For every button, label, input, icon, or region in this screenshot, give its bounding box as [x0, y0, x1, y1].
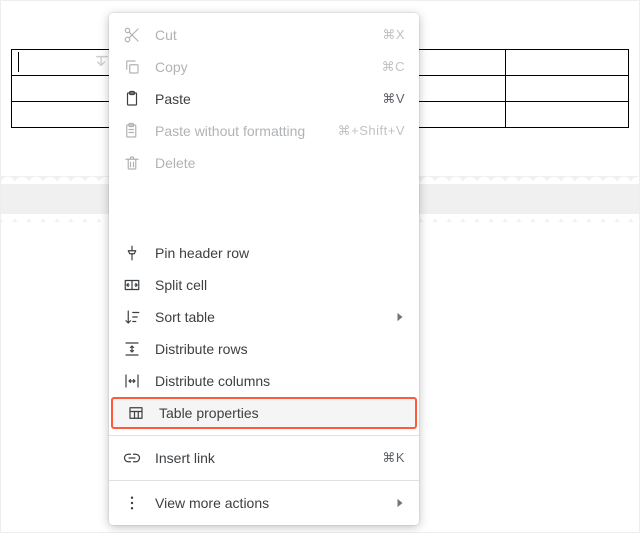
menu-item-shortcut: ⌘+Shift+V [338, 123, 405, 139]
more-vertical-icon [123, 494, 141, 512]
split-cell-icon [123, 276, 141, 294]
pin-icon [123, 244, 141, 262]
menu-item-split-cell[interactable]: Split cell [109, 269, 419, 301]
menu-item-label: Table properties [159, 405, 401, 421]
menu-item-label: Distribute columns [155, 373, 405, 389]
menu-item-view-more-actions[interactable]: View more actions [109, 487, 419, 519]
menu-item-distribute-columns[interactable]: Distribute columns [109, 365, 419, 397]
menu-item-label: Paste [155, 91, 372, 107]
menu-item-label: Copy [155, 59, 372, 75]
clipboard-icon [123, 90, 141, 108]
submenu-arrow-icon [395, 495, 405, 511]
clipboard-text-icon [123, 122, 141, 140]
link-icon [123, 449, 141, 467]
distribute-rows-icon [123, 340, 141, 358]
menu-separator [109, 480, 419, 481]
menu-item-label: Distribute rows [155, 341, 405, 357]
tabstop-indicator [95, 54, 109, 68]
menu-item-paste-without-formatting[interactable]: Paste without formatting ⌘+Shift+V [109, 115, 419, 147]
menu-item-cut[interactable]: Cut ⌘X [109, 19, 419, 51]
scissors-icon [123, 26, 141, 44]
menu-item-paste[interactable]: Paste ⌘V [109, 83, 419, 115]
menu-item-label: Pin header row [155, 245, 405, 261]
trash-icon [123, 154, 141, 172]
copy-icon [123, 58, 141, 76]
menu-item-sort-table[interactable]: Sort table [109, 301, 419, 333]
menu-item-label: Cut [155, 27, 372, 43]
menu-item-insert-link[interactable]: Insert link ⌘K [109, 442, 419, 474]
menu-item-shortcut: ⌘X [382, 27, 405, 43]
menu-item-label: View more actions [155, 495, 385, 511]
table-icon [127, 404, 145, 422]
menu-item-distribute-rows[interactable]: Distribute rows [109, 333, 419, 365]
submenu-arrow-icon [395, 309, 405, 325]
menu-item-label: Sort table [155, 309, 385, 325]
context-menu: Cut ⌘X Copy ⌘C Paste ⌘V Paste without fo… [109, 13, 419, 525]
menu-item-pin-header-row[interactable]: Pin header row [109, 237, 419, 269]
menu-item-shortcut: ⌘K [382, 450, 405, 466]
menu-item-label: Paste without formatting [155, 123, 328, 139]
menu-item-label: Delete [155, 155, 405, 171]
menu-item-label: Insert link [155, 450, 372, 466]
menu-item-delete[interactable]: Delete [109, 147, 419, 179]
text-cursor [18, 52, 19, 72]
menu-item-table-properties[interactable]: Table properties [111, 397, 417, 429]
menu-item-label: Split cell [155, 277, 405, 293]
menu-item-shortcut: ⌘V [382, 91, 405, 107]
menu-item-copy[interactable]: Copy ⌘C [109, 51, 419, 83]
distribute-columns-icon [123, 372, 141, 390]
menu-separator [109, 435, 419, 436]
sort-icon [123, 308, 141, 326]
menu-item-shortcut: ⌘C [382, 59, 405, 75]
